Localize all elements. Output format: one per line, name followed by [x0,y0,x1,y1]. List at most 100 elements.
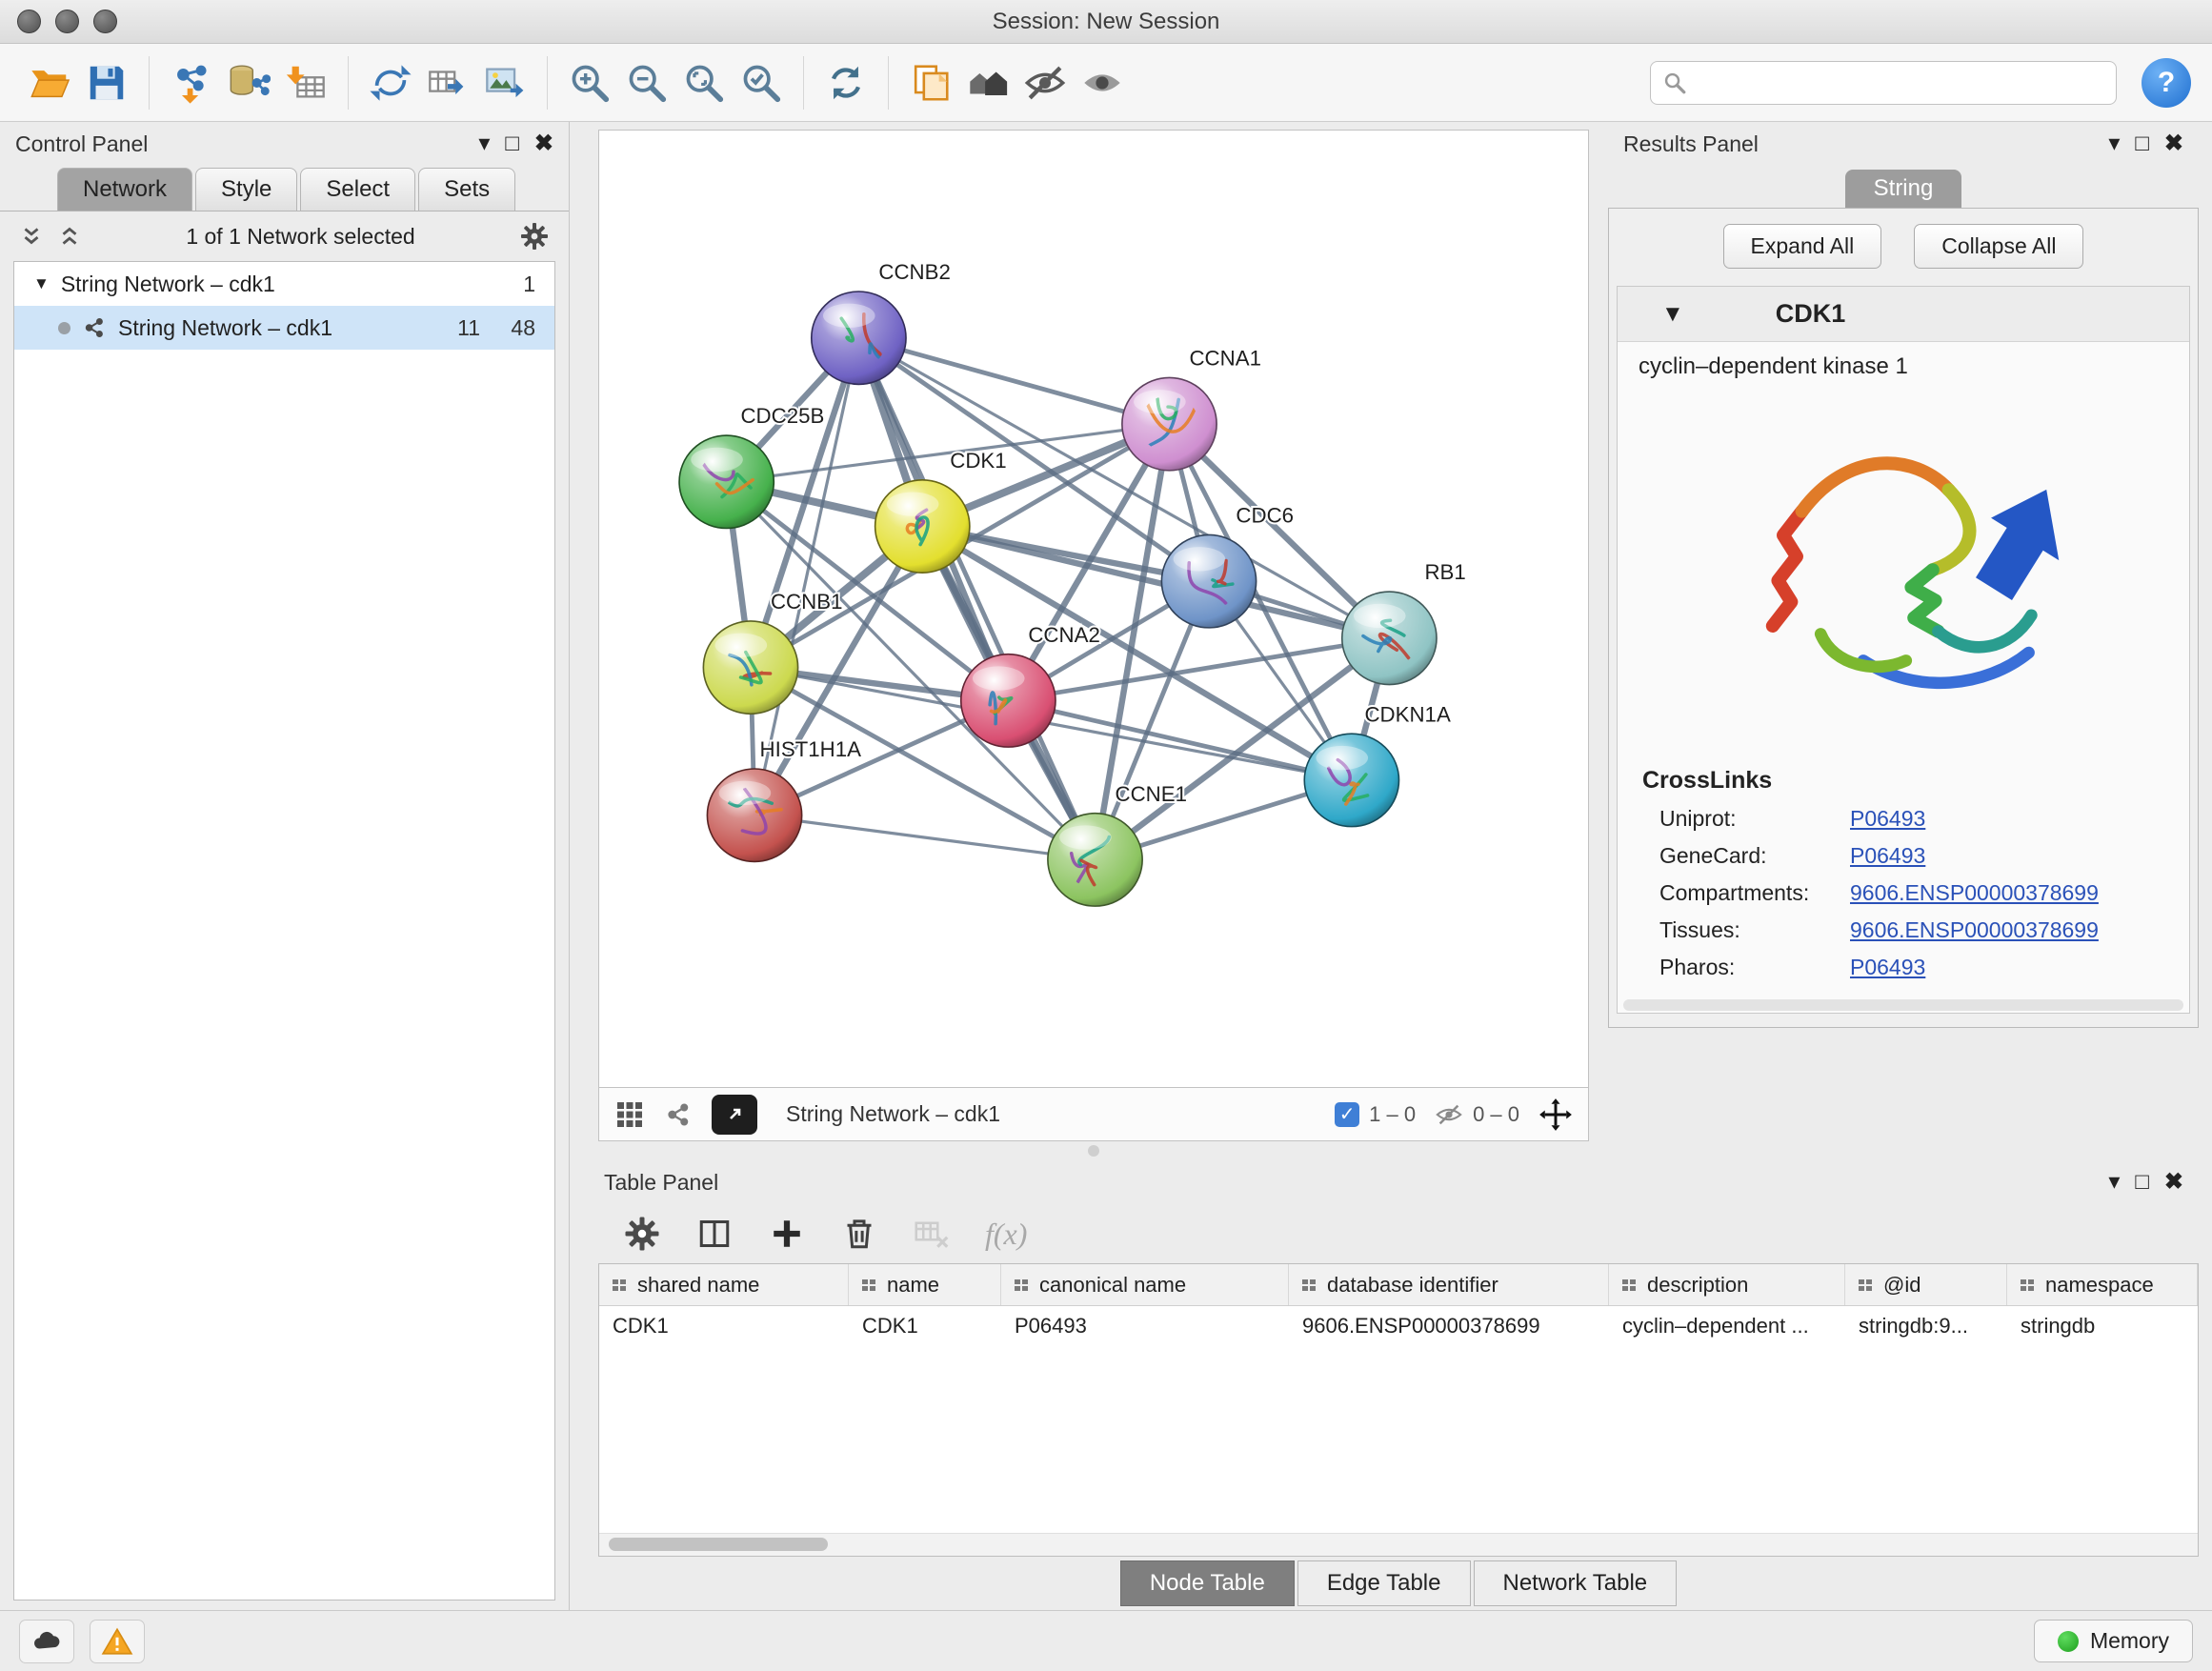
copy-button[interactable] [902,53,959,112]
table-tab-network-table[interactable]: Network Table [1474,1560,1678,1606]
home-button[interactable] [959,53,1016,112]
cloud-button[interactable] [19,1620,74,1663]
column-header[interactable]: description [1609,1264,1845,1305]
memory-button[interactable]: Memory [2034,1620,2193,1662]
network-edge[interactable] [754,815,1095,860]
expand-all-icon[interactable] [57,224,82,249]
column-sort-icon[interactable] [1300,1276,1319,1295]
hide-selected-button[interactable] [1016,53,1074,112]
column-sort-icon[interactable] [860,1276,879,1295]
panel-close-icon[interactable]: ✖ [2164,1171,2183,1194]
search-input[interactable] [1695,70,2104,95]
tab-style[interactable]: Style [195,168,297,211]
table-tab-edge-table[interactable]: Edge Table [1297,1560,1471,1606]
gene-section-header[interactable]: ▼ CDK1 [1618,287,2189,342]
panel-close-icon[interactable]: ✖ [534,132,553,155]
tab-select[interactable]: Select [300,168,415,211]
zoom-fit-button[interactable] [675,53,733,112]
network-node-count: 11 [427,315,480,341]
column-sort-icon[interactable] [611,1276,630,1295]
column-sort-icon[interactable] [1013,1276,1032,1295]
show-all-button[interactable] [1074,53,1131,112]
network-node[interactable]: HIST1H1A [707,737,861,861]
panel-float-icon[interactable]: □ [505,132,519,155]
delete-column-icon[interactable] [840,1215,878,1253]
crosslink-link[interactable]: P06493 [1850,806,1925,832]
network-node[interactable]: CCNB2 [812,260,951,384]
column-header[interactable]: namespace [2007,1264,2198,1305]
open-session-button[interactable] [21,53,78,112]
network-node[interactable]: CDK1 [875,449,1007,573]
panel-close-icon[interactable]: ✖ [2164,132,2183,155]
column-header[interactable]: canonical name [1001,1264,1289,1305]
column-header[interactable]: @id [1845,1264,2007,1305]
save-session-button[interactable] [78,53,135,112]
table-row[interactable]: CDK1CDK1P064939606.ENSP00000378699cyclin… [599,1306,2198,1346]
crosslink-link[interactable]: P06493 [1850,955,1925,980]
column-header[interactable]: name [849,1264,1001,1305]
import-table-button[interactable] [277,53,334,112]
collapse-all-button[interactable]: Collapse All [1914,224,2083,269]
network-node[interactable]: CDKN1A [1304,702,1451,826]
table-tab-node-table[interactable]: Node Table [1120,1560,1295,1606]
crosslink-link[interactable]: 9606.ENSP00000378699 [1850,917,2099,943]
table-hscroll-thumb[interactable] [609,1538,828,1551]
network-from-selection-button[interactable] [362,53,419,112]
network-edge[interactable] [858,338,1169,424]
export-image-button[interactable] [476,53,533,112]
horizontal-splitter[interactable] [598,1141,1589,1160]
selected-checkbox-icon[interactable]: ✓ [1335,1102,1359,1127]
node-label: CCNA2 [1028,623,1099,647]
zoom-selected-button[interactable] [733,53,790,112]
import-network-database-button[interactable] [220,53,277,112]
panel-menu-icon[interactable]: ▾ [2108,132,2120,155]
panel-float-icon[interactable]: □ [2135,1171,2149,1194]
tree-disclosure-icon[interactable]: ▼ [33,274,50,293]
table-cell: stringdb [2007,1306,2198,1346]
network-node[interactable]: CCNA1 [1122,347,1261,471]
network-node[interactable]: RB1 [1342,560,1466,684]
column-sort-icon[interactable] [2019,1276,2038,1295]
pan-crosshair-icon[interactable] [1538,1097,1573,1132]
tab-network[interactable]: Network [57,168,192,211]
birdseye-grid-icon[interactable] [614,1099,645,1130]
collection-label: String Network – cdk1 [61,272,275,297]
network-share-icon[interactable] [664,1100,693,1129]
apply-layout-button[interactable] [817,53,875,112]
crosslink-row: Compartments:9606.ENSP00000378699 [1618,875,2189,912]
column-sort-icon[interactable] [1620,1276,1639,1295]
tab-string[interactable]: String [1845,170,1962,208]
section-disclosure-icon[interactable]: ▼ [1661,301,1684,328]
export-table-button[interactable] [419,53,476,112]
add-column-icon[interactable] [768,1215,806,1253]
column-header[interactable]: database identifier [1289,1264,1609,1305]
expand-all-button[interactable]: Expand All [1723,224,1882,269]
import-network-file-button[interactable] [163,53,220,112]
network-row-selected[interactable]: String Network – cdk1 11 48 [14,306,554,350]
show-columns-icon[interactable] [695,1215,734,1253]
crosslink-link[interactable]: 9606.ENSP00000378699 [1850,880,2099,906]
network-canvas[interactable]: CCNB2CCNA1CDC25BCDK1CDC6RB1CCNB1CCNA2CDK… [598,130,1589,1088]
network-edge[interactable] [858,338,1095,860]
results-scrollbar[interactable] [1623,999,2183,1011]
network-view-title: String Network – cdk1 [786,1101,1000,1127]
network-options-gear-icon[interactable] [519,221,550,252]
export-view-button[interactable] [712,1095,757,1135]
network-edge[interactable] [1008,700,1352,780]
zoom-in-button[interactable] [561,53,618,112]
export-table-icon [426,61,470,105]
help-button[interactable]: ? [2142,58,2191,108]
table-options-gear-icon[interactable] [623,1215,661,1253]
network-collection-row[interactable]: ▼ String Network – cdk1 1 [14,262,554,306]
collapse-all-icon[interactable] [19,224,44,249]
tab-sets[interactable]: Sets [418,168,515,211]
panel-float-icon[interactable]: □ [2135,132,2149,155]
column-header[interactable]: shared name [599,1264,849,1305]
crosslink-link[interactable]: P06493 [1850,843,1925,869]
column-sort-icon[interactable] [1857,1276,1876,1295]
panel-menu-icon[interactable]: ▾ [2108,1171,2120,1194]
panel-menu-icon[interactable]: ▾ [478,132,490,155]
zoom-out-button[interactable] [618,53,675,112]
warning-button[interactable] [90,1620,145,1663]
status-bar: Memory [0,1610,2212,1671]
